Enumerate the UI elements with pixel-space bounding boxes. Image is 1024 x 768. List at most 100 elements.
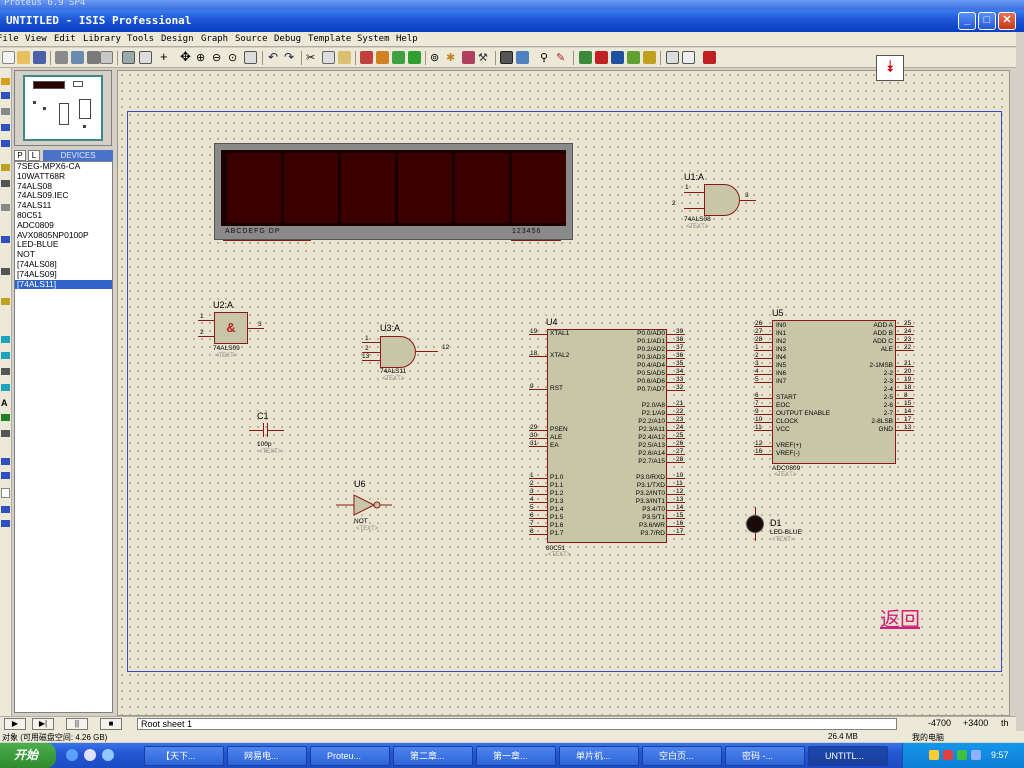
block-delete-icon[interactable] <box>408 51 421 64</box>
menu-help[interactable]: Help <box>396 34 418 44</box>
terminal-icon[interactable] <box>1 204 10 211</box>
device-item[interactable]: AVX0805NP0100P <box>15 231 112 241</box>
rotate-icon[interactable] <box>1 458 10 465</box>
marker-icon[interactable] <box>1 430 10 437</box>
probe-icon[interactable] <box>1 268 10 275</box>
wire-label-icon[interactable] <box>1 124 10 131</box>
print-icon[interactable] <box>87 51 100 64</box>
pick-devices-button[interactable]: P <box>14 150 26 161</box>
taskbar-item-active[interactable]: UNTITL... <box>808 746 888 766</box>
save-icon[interactable] <box>33 51 46 64</box>
open-folder-icon[interactable] <box>17 51 30 64</box>
grid-icon[interactable] <box>139 51 152 64</box>
ie-quicklaunch-icon[interactable] <box>66 749 78 761</box>
electrical-check-icon[interactable] <box>643 51 656 64</box>
play-button[interactable]: ▶ <box>4 718 26 730</box>
library-manager-button[interactable]: L <box>28 150 40 161</box>
menu-view[interactable]: View <box>25 34 47 44</box>
taskbar-item[interactable]: 第二章... <box>393 746 473 766</box>
overview-window[interactable] <box>14 70 112 146</box>
selection-mode-icon[interactable] <box>1 78 10 85</box>
goto-sheet-icon[interactable] <box>611 51 624 64</box>
volume-icon[interactable] <box>971 750 981 760</box>
undo-icon[interactable]: ↶ <box>268 51 281 64</box>
device-item[interactable]: 74ALS09.IEC <box>15 191 112 201</box>
taskbar-item[interactable]: Proteu... <box>310 746 390 766</box>
browser-quicklaunch-icon[interactable] <box>102 749 114 761</box>
paste-icon[interactable] <box>338 51 351 64</box>
block-move-icon[interactable] <box>376 51 389 64</box>
box-icon[interactable] <box>1 352 10 359</box>
back-link[interactable]: 返回 <box>880 603 920 632</box>
taskbar-item[interactable]: 单片机... <box>559 746 639 766</box>
menu-edit[interactable]: Edit <box>54 34 76 44</box>
menu-design[interactable]: Design <box>161 34 194 44</box>
device-item[interactable]: 7SEG-MPX6-CA <box>15 162 112 172</box>
netlist-icon[interactable] <box>666 51 679 64</box>
bus-icon[interactable] <box>1 164 10 171</box>
device-item[interactable]: ADC0809 <box>15 221 112 231</box>
remove-sheet-icon[interactable] <box>595 51 608 64</box>
property-tool-icon[interactable]: ✎ <box>556 51 569 64</box>
device-item[interactable]: NOT <box>15 250 112 260</box>
menu-system[interactable]: System <box>357 34 390 44</box>
device-item[interactable]: 80C51 <box>15 211 112 221</box>
block-rotate-icon[interactable] <box>392 51 405 64</box>
subcircuit-icon[interactable] <box>1 180 10 187</box>
device-item-selected[interactable]: [74ALS11] <box>15 279 112 290</box>
component-mode-icon[interactable] <box>1 92 10 99</box>
device-item[interactable]: [74ALS09] <box>15 270 112 280</box>
taskbar-item[interactable]: 第一章... <box>476 746 556 766</box>
tray-icon[interactable] <box>943 750 953 760</box>
device-item[interactable]: 10WATT68R <box>15 172 112 182</box>
import-icon[interactable] <box>55 51 68 64</box>
wire-autoroute-icon[interactable] <box>500 51 513 64</box>
pause-button[interactable]: || <box>66 718 88 730</box>
schematic-canvas[interactable]: ⯯ ABCDEFG DP 123456 U1:A 1 2 3 74ALS08 <… <box>117 55 1010 716</box>
isis-icon[interactable] <box>703 51 716 64</box>
start-button[interactable]: 开始 <box>0 743 56 768</box>
menu-debug[interactable]: Debug <box>274 34 301 44</box>
search-tag-icon[interactable] <box>516 51 529 64</box>
copy-icon[interactable] <box>322 51 335 64</box>
new-file-icon[interactable] <box>2 51 15 64</box>
scroll-down-icon[interactable]: ⯯ <box>876 55 904 81</box>
text-icon[interactable]: A <box>1 398 10 408</box>
device-item[interactable]: LED-BLUE <box>15 240 112 250</box>
print-area-icon[interactable] <box>100 51 113 64</box>
device-item[interactable]: 74ALS11 <box>15 201 112 211</box>
zoom-in-icon[interactable]: ⊕ <box>196 51 209 64</box>
step-button[interactable]: ▶| <box>32 718 54 730</box>
menu-file[interactable]: File <box>0 34 19 44</box>
close-button[interactable]: ✕ <box>998 12 1016 30</box>
search-icon[interactable]: ⚲ <box>540 51 553 64</box>
stop-button[interactable]: ■ <box>100 718 122 730</box>
text-script-icon[interactable] <box>1 140 10 147</box>
pick-device-icon[interactable]: ⊚ <box>430 51 443 64</box>
packaging-icon[interactable] <box>462 51 475 64</box>
menu-graph[interactable]: Graph <box>201 34 228 44</box>
cut-icon[interactable]: ✂ <box>306 51 319 64</box>
new-sheet-icon[interactable] <box>579 51 592 64</box>
device-item[interactable]: [74ALS08] <box>15 260 112 270</box>
export-icon[interactable] <box>71 51 84 64</box>
arc-icon[interactable] <box>1 368 10 375</box>
device-item[interactable]: 74ALS08 <box>15 182 112 192</box>
device-list[interactable]: 7SEG-MPX6-CA 10WATT68R 74ALS08 74ALS09.I… <box>14 161 113 713</box>
menu-library[interactable]: Library <box>83 34 121 44</box>
taskbar-item[interactable]: 密码 -... <box>725 746 805 766</box>
make-device-icon[interactable]: ✱ <box>446 51 459 64</box>
tray-icon[interactable] <box>929 750 939 760</box>
line-icon[interactable] <box>1 336 10 343</box>
circle-icon[interactable] <box>1 384 10 391</box>
decompose-icon[interactable]: ⚒ <box>478 51 491 64</box>
bill-of-materials-icon[interactable] <box>627 51 640 64</box>
angle-field[interactable] <box>1 488 10 498</box>
menu-template[interactable]: Template <box>308 34 351 44</box>
tray-icon[interactable] <box>957 750 967 760</box>
taskbar-item[interactable]: 空白页... <box>642 746 722 766</box>
taskbar-item[interactable]: 网易电... <box>227 746 307 766</box>
taskbar-item[interactable]: 【天下... <box>144 746 224 766</box>
generator-icon[interactable] <box>1 236 10 243</box>
origin-icon[interactable]: + <box>160 50 173 64</box>
